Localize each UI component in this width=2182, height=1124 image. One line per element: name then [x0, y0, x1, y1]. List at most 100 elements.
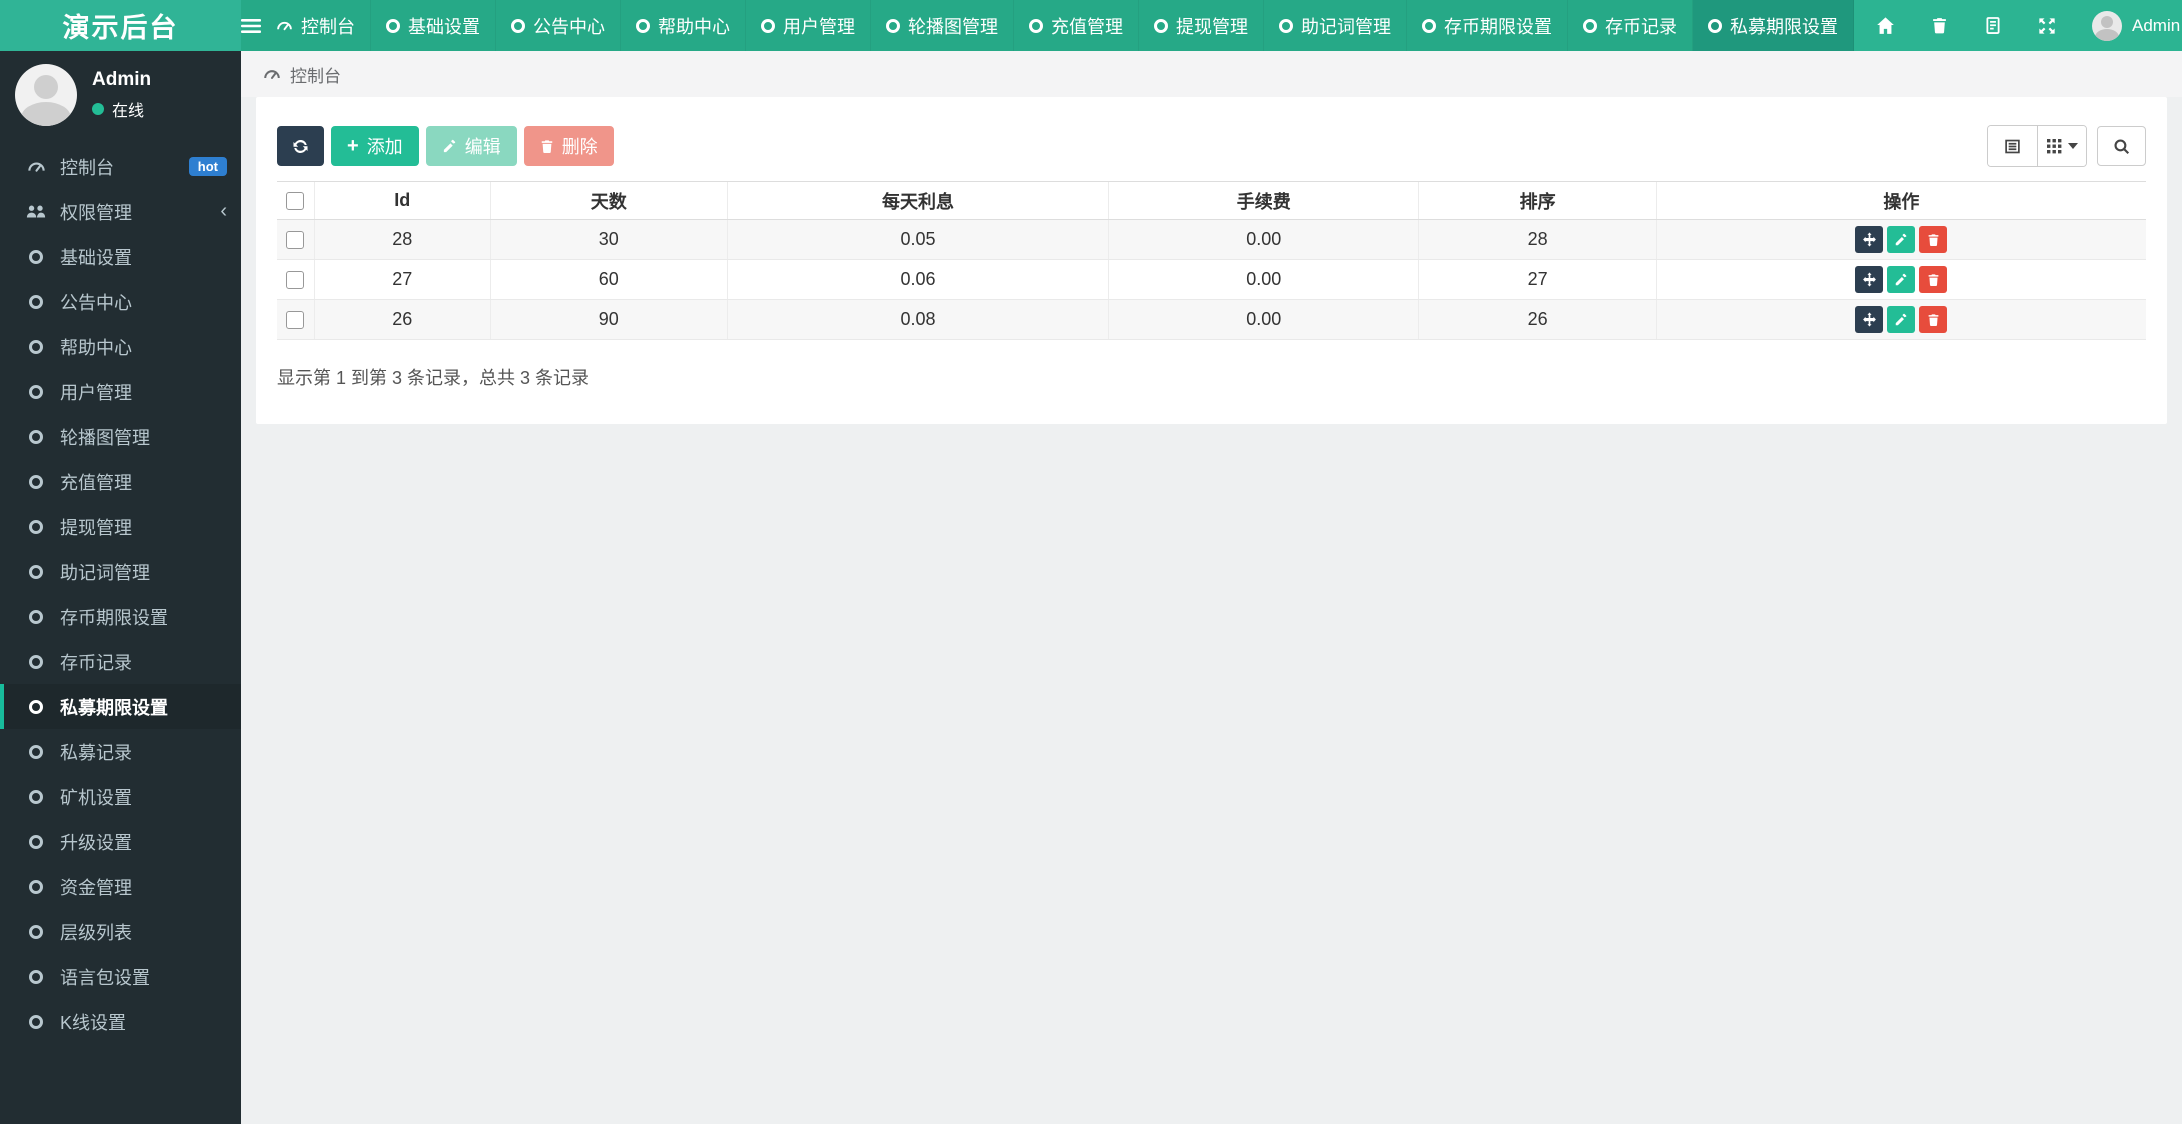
topbar-tab-基础设置[interactable]: 基础设置: [371, 0, 496, 51]
edit-button-label: 编辑: [464, 137, 501, 157]
record-summary: 显示第 1 到第 3 条记录，总共 3 条记录: [277, 368, 590, 388]
circle-icon: [26, 384, 46, 399]
circle-icon: [26, 249, 46, 264]
avatar: [2092, 10, 2122, 41]
fullscreen-icon[interactable]: [2038, 17, 2056, 35]
topbar-tab-用户管理[interactable]: 用户管理: [746, 0, 871, 51]
circle-icon: [761, 18, 775, 33]
sidebar-item-矿机设置[interactable]: 矿机设置: [0, 774, 241, 819]
delete-row-button[interactable]: [1919, 226, 1948, 253]
topbar-tab-存币记录[interactable]: 存币记录: [1568, 0, 1693, 51]
sidebar-item-资金管理[interactable]: 资金管理: [0, 864, 241, 909]
topbar-tab-label: 助记词管理: [1301, 16, 1391, 37]
move-button[interactable]: [1855, 226, 1884, 253]
sidebar-item-轮播图管理[interactable]: 轮播图管理: [0, 414, 241, 459]
topbar-tab-提现管理[interactable]: 提现管理: [1139, 0, 1264, 51]
circle-icon: [636, 18, 650, 33]
cell-id: 28: [313, 219, 491, 260]
toolbar: + 添加 编辑 删除: [277, 125, 2146, 167]
circle-icon: [26, 609, 46, 624]
table-body: 28 30 0.05 0.00 28 27 60 0.06 0.00 27 26…: [277, 219, 2146, 340]
cell-days: 90: [489, 299, 728, 340]
refresh-button[interactable]: [277, 126, 324, 166]
edit-row-button[interactable]: [1887, 306, 1916, 333]
cell-sort: 28: [1418, 219, 1657, 260]
sidebar-item-提现管理[interactable]: 提现管理: [0, 504, 241, 549]
sidebar-toggle-button[interactable]: [241, 0, 261, 51]
topbar-tab-公告中心[interactable]: 公告中心: [496, 0, 621, 51]
edit-row-button[interactable]: [1887, 266, 1916, 293]
chevron-left-icon: ‹: [220, 200, 227, 222]
columns-button[interactable]: [2037, 126, 2086, 166]
sidebar-item-控制台[interactable]: 控制台 hot: [0, 144, 241, 189]
row-checkbox[interactable]: [286, 311, 305, 330]
move-button[interactable]: [1855, 306, 1884, 333]
sidebar-item-语言包设置[interactable]: 语言包设置: [0, 954, 241, 999]
edit-button[interactable]: 编辑: [425, 126, 517, 166]
circle-icon: [886, 18, 900, 33]
sidebar-user-status[interactable]: 在线: [92, 97, 151, 121]
sidebar-item-K线设置[interactable]: K线设置: [0, 999, 241, 1044]
sidebar-item-label: 资金管理: [60, 877, 132, 898]
home-icon[interactable]: [1876, 16, 1895, 35]
sidebar-item-用户管理[interactable]: 用户管理: [0, 369, 241, 414]
search-button[interactable]: [2097, 126, 2146, 166]
topbar-tab-充值管理[interactable]: 充值管理: [1014, 0, 1139, 51]
pencil-icon: [1894, 273, 1908, 287]
table-row: 27 60 0.06 0.00 27: [277, 259, 2146, 300]
row-checkbox[interactable]: [286, 271, 305, 290]
sidebar-item-存币记录[interactable]: 存币记录: [0, 639, 241, 684]
sidebar-item-label: 权限管理: [60, 202, 132, 223]
topbar-tab-轮播图管理[interactable]: 轮播图管理: [871, 0, 1014, 51]
cell-sort: 26: [1418, 299, 1657, 340]
sidebar-item-存币期限设置[interactable]: 存币期限设置: [0, 594, 241, 639]
search-icon: [2113, 138, 2130, 155]
delete-button-label: 删除: [561, 137, 598, 157]
sidebar-item-权限管理[interactable]: 权限管理 ‹: [0, 189, 241, 234]
topbar-tab-控制台[interactable]: 控制台: [261, 0, 371, 51]
list-view-button[interactable]: [1988, 126, 2037, 166]
circle-icon: [26, 474, 46, 489]
sidebar-item-私募期限设置[interactable]: 私募期限设置: [0, 684, 241, 729]
sidebar: Admin 在线 控制台 hot 权限管理 ‹ 基础设置 公告中心 帮助中心 用…: [0, 51, 241, 1124]
move-button[interactable]: [1855, 266, 1884, 293]
sidebar-item-label: 私募记录: [60, 742, 132, 763]
sidebar-item-帮助中心[interactable]: 帮助中心: [0, 324, 241, 369]
topbar-tab-label: 用户管理: [783, 16, 855, 37]
edit-row-button[interactable]: [1887, 226, 1916, 253]
sidebar-item-私募记录[interactable]: 私募记录: [0, 729, 241, 774]
select-all-checkbox[interactable]: [286, 192, 305, 211]
sidebar-item-基础设置[interactable]: 基础设置: [0, 234, 241, 279]
sidebar-menu: 控制台 hot 权限管理 ‹ 基础设置 公告中心 帮助中心 用户管理 轮播图管理…: [0, 144, 241, 1044]
topbar-tab-私募期限设置[interactable]: 私募期限设置: [1693, 0, 1854, 51]
add-button[interactable]: + 添加: [331, 126, 419, 166]
user-menu-label: Admin: [2132, 15, 2181, 35]
row-checkbox[interactable]: [286, 231, 305, 250]
topbar-tab-助记词管理[interactable]: 助记词管理: [1264, 0, 1407, 51]
circle-icon: [1279, 18, 1293, 33]
user-menu[interactable]: Admin: [2092, 10, 2181, 41]
circle-icon: [1029, 18, 1043, 33]
delete-button[interactable]: 删除: [523, 126, 614, 166]
cell-daily-interest: 0.05: [726, 219, 1109, 260]
topbar: 演示后台 控制台 基础设置 公告中心 帮助中心 用户管理 轮播图管理 充值管理: [0, 0, 2182, 51]
sidebar-item-助记词管理[interactable]: 助记词管理: [0, 549, 241, 594]
delete-row-button[interactable]: [1919, 266, 1948, 293]
circle-icon: [26, 1014, 46, 1029]
trash-icon: [1927, 313, 1940, 327]
topbar-tab-label: 帮助中心: [658, 16, 730, 37]
sidebar-item-充值管理[interactable]: 充值管理: [0, 459, 241, 504]
sidebar-item-label: 提现管理: [60, 517, 132, 538]
cell-fee: 0.00: [1108, 299, 1419, 340]
delete-row-button[interactable]: [1919, 306, 1948, 333]
sidebar-item-升级设置[interactable]: 升级设置: [0, 819, 241, 864]
sidebar-item-层级列表[interactable]: 层级列表: [0, 909, 241, 954]
topbar-tab-帮助中心[interactable]: 帮助中心: [621, 0, 746, 51]
sidebar-item-公告中心[interactable]: 公告中心: [0, 279, 241, 324]
document-icon[interactable]: [1984, 16, 2002, 35]
topbar-tab-存币期限设置[interactable]: 存币期限设置: [1407, 0, 1568, 51]
sidebar-item-label: 充值管理: [60, 472, 132, 493]
trash-icon[interactable]: [1931, 16, 1948, 35]
row-actions: [1657, 306, 2146, 333]
sidebar-item-label: 公告中心: [60, 292, 132, 313]
